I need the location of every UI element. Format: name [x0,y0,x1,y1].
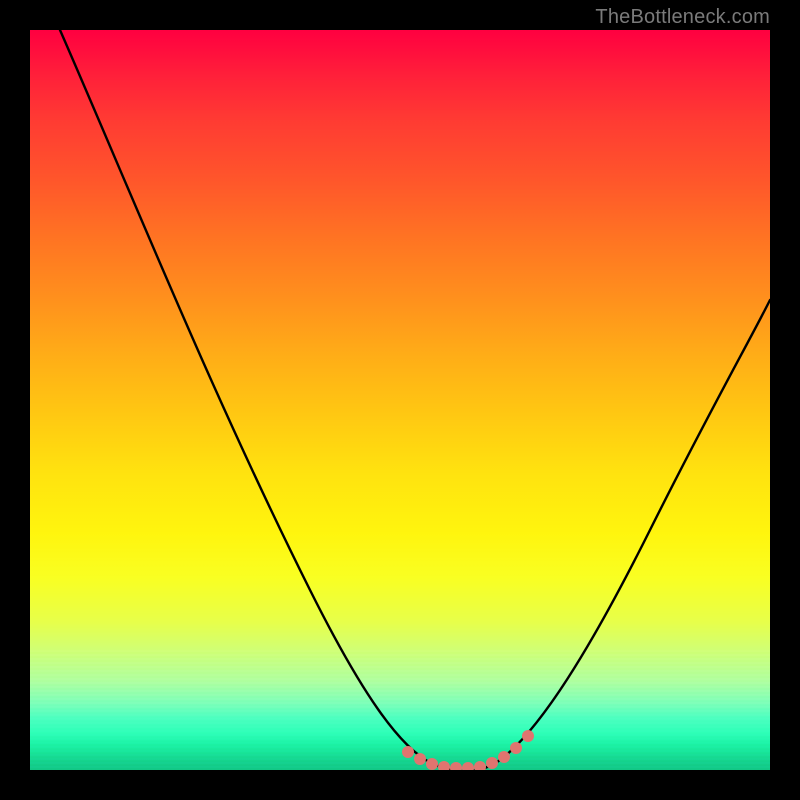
bottleneck-curve-path [60,30,770,770]
watermark-text: TheBottleneck.com [595,6,770,29]
marker-dot [414,753,426,765]
curve-layer [30,30,770,770]
marker-dot [462,762,474,770]
chart-frame: TheBottleneck.com [0,0,800,800]
marker-dot [426,758,438,770]
bottom-marker-group [402,730,534,770]
marker-dot [474,761,486,770]
marker-dot [450,762,462,770]
marker-dot [522,730,534,742]
marker-dot [498,751,510,763]
marker-dot [486,757,498,769]
marker-dot [402,746,414,758]
marker-dot [438,761,450,770]
marker-dot [510,742,522,754]
plot-area [30,30,770,770]
